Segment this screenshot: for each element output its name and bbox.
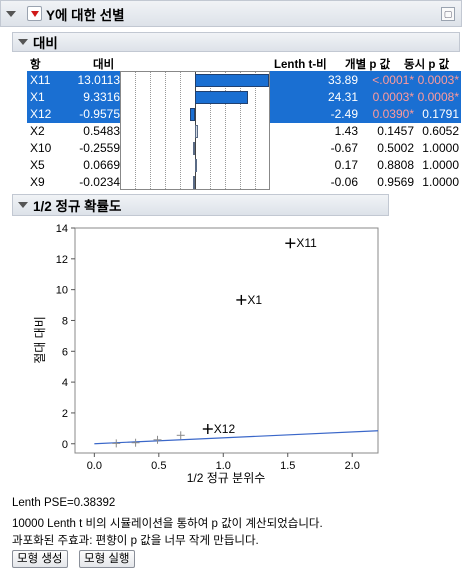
y-tick-label: 10 [56,285,68,297]
simultaneous-p-cell: 1.0000 [422,158,459,172]
simultaneous-p-cell: 0.1791 [422,107,459,121]
contrast-cell: -0.9575 [79,107,120,121]
simultaneous-p-cell: 0.0003* [417,73,459,87]
term-cell: X12 [30,107,52,121]
x-axis-label: 1/2 정규 분위수 [187,471,266,485]
y-tick-label: 0 [62,439,68,451]
grid-line [150,72,151,189]
lenth-t-cell: -0.06 [330,175,358,189]
y-tick-label: 6 [62,346,68,358]
contrast-cell: 9.3316 [83,90,120,104]
individual-p-cell: 0.9569 [377,175,414,189]
report-title: Y에 대한 선별 [46,7,125,23]
col-header-individual-p[interactable]: 개별 p 값 [345,56,390,72]
lenth-t-cell: 1.43 [334,124,358,138]
grid-line [255,72,256,189]
individual-p-cell: 0.8808 [377,158,414,172]
contrast-bar-chart [120,71,270,190]
lenth-pse-text: Lenth PSE=0.38392 [12,497,116,509]
disclosure-triangle-icon[interactable] [18,39,28,45]
individual-p-cell: 0.0390* [372,107,414,121]
term-cell: X9 [30,175,45,189]
x-tick-label: 2.0 [345,460,360,472]
report-outline-header[interactable]: Y에 대한 선별 ▢ [0,0,462,27]
half-normal-plot[interactable]: 024681012140.0 0.5 1.0 1.5 2.0X12X1X11 1/2 정… [0,218,390,488]
simulation-note: 10000 Lenth t 비의 시뮬레이션을 통하여 p 값이 계산되었습니다… [12,518,323,530]
simultaneous-p-cell: 0.0008* [417,90,459,104]
term-cell: X10 [30,141,52,155]
y-tick-label: 12 [56,254,68,266]
simultaneous-p-cell: 0.6052 [422,124,459,138]
individual-p-cell: 0.1457 [377,124,414,138]
contrast-bar [189,108,195,121]
lenth-t-cell: -2.49 [330,107,358,121]
y-axis-label: 절대 대비 [33,316,47,364]
contrast-cell: 0.0669 [83,158,120,172]
disclosure-triangle-icon[interactable] [6,10,16,17]
make-model-button[interactable]: 모형 생성 [12,550,68,568]
term-cell: X2 [30,124,45,138]
simultaneous-p-cell: 1.0000 [422,141,459,155]
contrast-cell: 13.0113 [77,73,121,87]
col-header-term[interactable]: 항 [30,56,41,72]
contrast-cell: -0.2559 [79,141,120,155]
contrast-bar [195,91,249,104]
y-tick-label: 14 [56,223,68,235]
term-cell: X11 [30,73,51,87]
grid-line [165,72,166,189]
x-tick-label: 0.0 [87,460,102,472]
col-header-lenth-t[interactable]: Lenth t-비 [274,56,327,72]
contrasts-outline-header[interactable]: 대비 [12,32,460,52]
point-label: X1 [247,293,262,307]
half-normal-outline-header[interactable]: 1/2 정규 확률도 [12,194,389,216]
lenth-t-cell: -0.67 [330,141,358,155]
individual-p-cell: <.0001* [372,73,414,87]
col-header-contrast[interactable]: 대비 [93,56,114,72]
red-triangle-menu-icon[interactable] [27,6,42,21]
contrasts-title: 대비 [33,36,58,51]
contrast-bar [195,125,199,138]
y-tick-label: 8 [62,315,68,327]
half-normal-title: 1/2 정규 확률도 [33,199,122,214]
lenth-t-cell: 0.17 [334,158,358,172]
pin-icon[interactable]: ▢ [441,7,455,21]
y-tick-label: 4 [62,377,68,389]
point-label: X12 [214,422,236,436]
x-tick-label: 1.5 [280,460,295,472]
lenth-t-cell: 24.31 [327,90,358,104]
lenth-t-cell: 33.89 [327,73,358,87]
grid-line [180,72,181,189]
contrast-cell: 0.5483 [83,124,120,138]
contrast-bar [195,74,269,87]
x-tick-label: 0.5 [151,460,166,472]
y-tick-label: 2 [62,408,68,420]
simultaneous-p-cell: 1.0000 [422,175,459,189]
individual-p-cell: 0.0003* [372,90,414,104]
point-label: X11 [296,236,317,250]
contrast-bar [193,142,195,155]
contrast-cell: -0.0234 [79,175,120,189]
contrast-bar [195,159,197,172]
term-cell: X1 [30,90,45,104]
term-cell: X5 [30,158,45,172]
disclosure-triangle-icon[interactable] [18,202,28,208]
bias-warning: 과포화된 주효과: 편향이 p 값을 너무 작게 만듭니다. [12,535,259,547]
plot-frame [74,227,379,454]
col-header-simultaneous-p[interactable]: 동시 p 값 [404,56,449,72]
grid-line [225,72,226,189]
individual-p-cell: 0.5002 [377,141,414,155]
contrast-bar [193,176,195,189]
grid-line [210,72,211,189]
run-model-button[interactable]: 모형 실행 [79,550,135,568]
grid-line [240,72,241,189]
grid-line [135,72,136,189]
